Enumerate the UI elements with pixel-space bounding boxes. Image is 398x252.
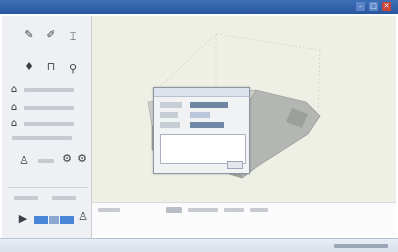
clock bbox=[334, 244, 388, 248]
lock-icon[interactable]: ⌂ bbox=[8, 102, 20, 114]
gear-icon[interactable]: ⚙ bbox=[75, 152, 89, 166]
status-label bbox=[224, 208, 244, 212]
title-bar: – □ ✕ bbox=[0, 0, 398, 14]
brush-icon[interactable]: ✐ bbox=[44, 28, 58, 42]
bottle-icon[interactable]: ⚲ bbox=[66, 62, 80, 76]
pen-icon[interactable]: ✎ bbox=[22, 28, 36, 42]
divider bbox=[8, 187, 88, 188]
dialog-title-bar bbox=[154, 88, 249, 97]
minimize-button[interactable]: – bbox=[356, 2, 365, 11]
field-label bbox=[160, 102, 182, 108]
person-label bbox=[38, 159, 54, 163]
layer-row bbox=[12, 136, 72, 140]
option-label bbox=[52, 196, 76, 200]
cup-icon[interactable]: ⊓ bbox=[44, 60, 58, 74]
person-icon[interactable]: ♙ bbox=[12, 154, 36, 168]
status-label bbox=[188, 208, 218, 212]
lock-icon[interactable]: ⌂ bbox=[8, 84, 20, 96]
list-box[interactable] bbox=[160, 134, 246, 164]
maximize-button[interactable]: □ bbox=[369, 2, 378, 11]
value-field[interactable] bbox=[190, 112, 210, 118]
tool-panel: ✎ ✐ ⌶ ♦ ⊓ ⚲ ⌂ ⌂ ⌂ ♙ ⚙ ⚙ ▶ ♙ bbox=[2, 16, 92, 250]
status-label bbox=[250, 208, 268, 212]
settings-icon[interactable]: ⚙ bbox=[60, 152, 74, 166]
segment-button[interactable] bbox=[49, 216, 59, 224]
option-label bbox=[14, 196, 38, 200]
segment-button[interactable] bbox=[60, 216, 74, 224]
status-label bbox=[98, 208, 120, 212]
segment-button[interactable] bbox=[34, 216, 48, 224]
layer-row bbox=[24, 122, 74, 126]
layer-row bbox=[24, 88, 74, 92]
bottom-panel bbox=[92, 202, 396, 236]
field-label bbox=[160, 122, 180, 128]
drop-icon[interactable]: ♦ bbox=[22, 60, 36, 74]
close-button[interactable]: ✕ bbox=[382, 2, 391, 11]
layer-row bbox=[24, 106, 74, 110]
status-label bbox=[166, 207, 182, 213]
tool-icon[interactable]: ♙ bbox=[76, 210, 90, 224]
lock-icon[interactable]: ⌂ bbox=[8, 118, 20, 130]
taskbar bbox=[0, 238, 398, 252]
ok-button[interactable] bbox=[227, 161, 243, 169]
pin-icon[interactable]: ⌶ bbox=[66, 30, 80, 44]
properties-dialog[interactable] bbox=[153, 87, 250, 174]
field-label bbox=[160, 112, 178, 118]
value-field[interactable] bbox=[190, 122, 224, 128]
run-icon[interactable]: ▶ bbox=[16, 212, 30, 226]
value-field[interactable] bbox=[190, 102, 228, 108]
